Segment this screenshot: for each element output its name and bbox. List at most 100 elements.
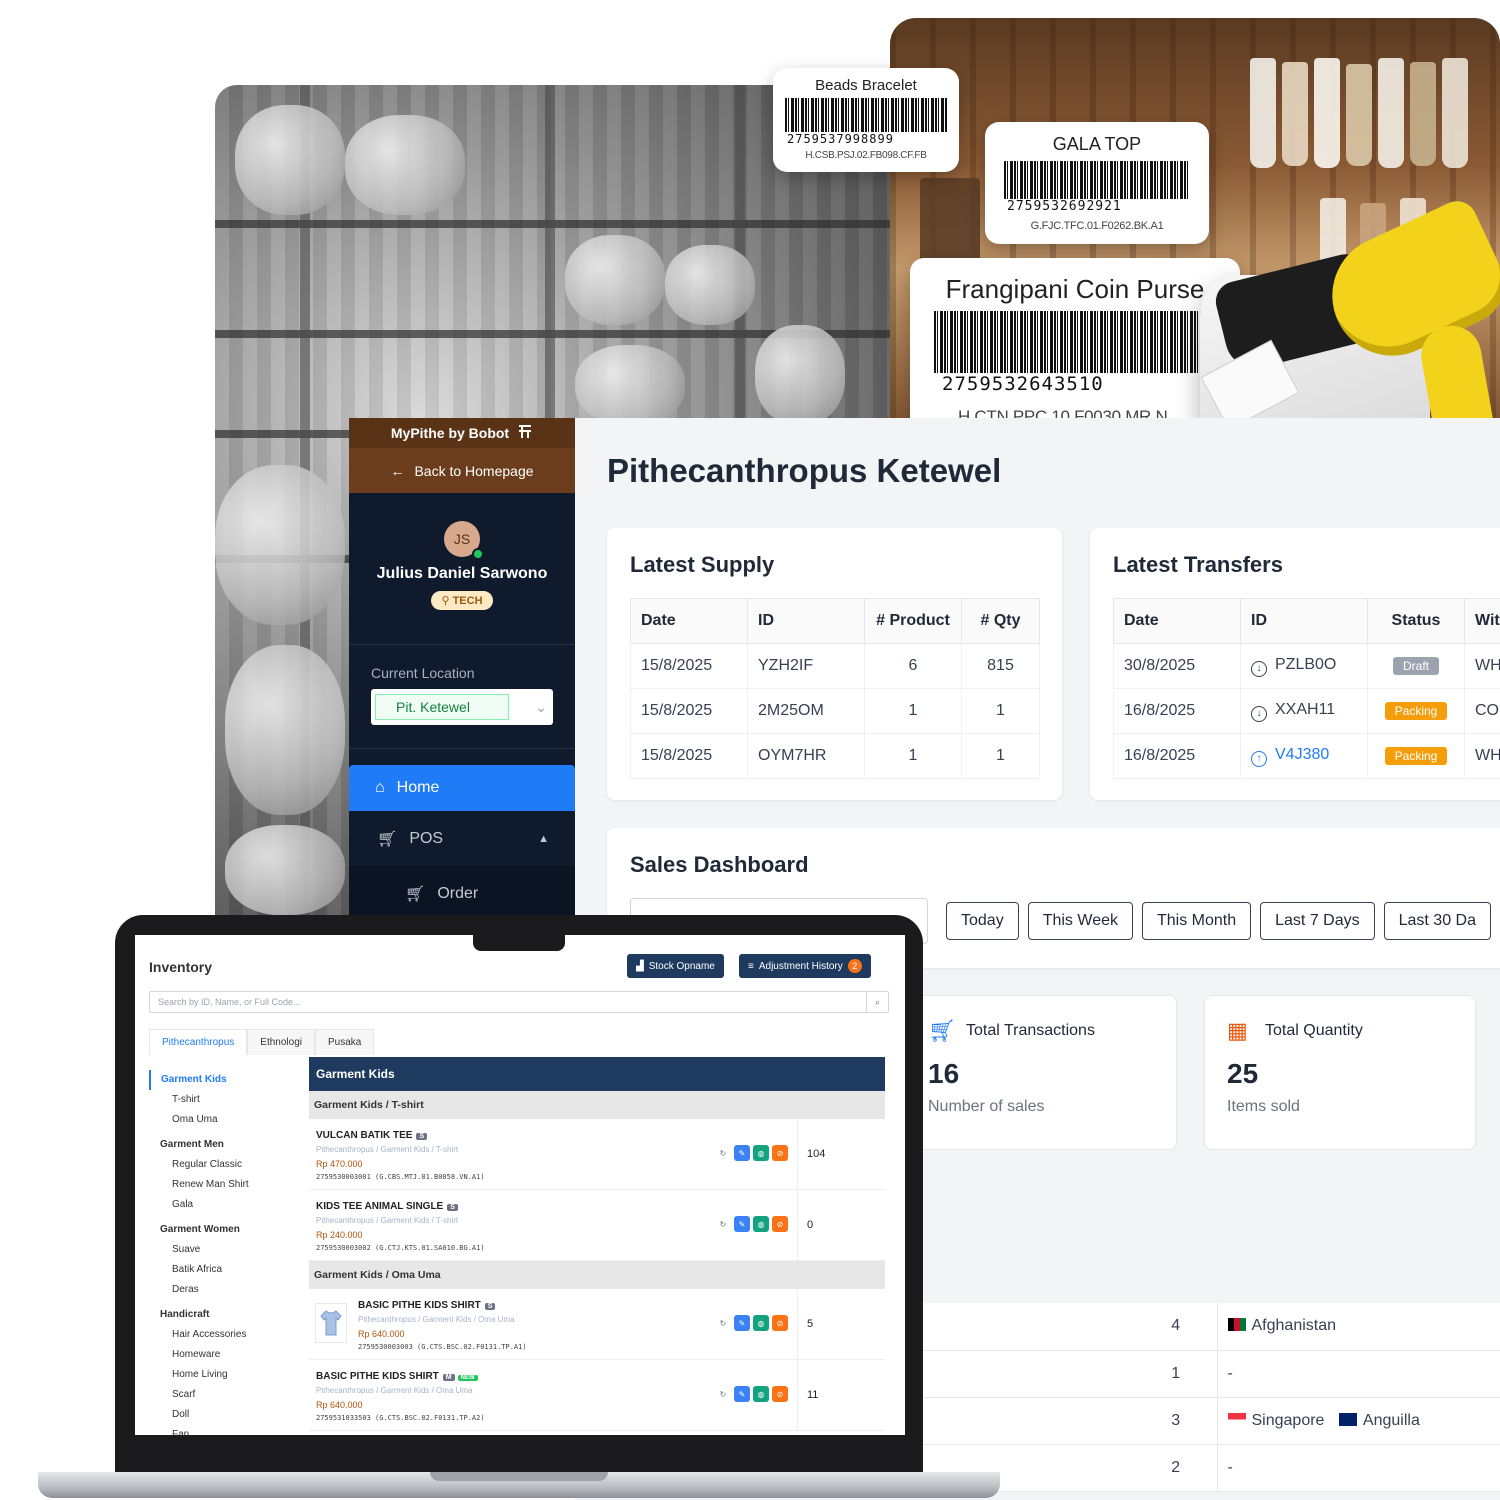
cell-date: 15/8/2025 — [630, 688, 748, 734]
stock-icon: ▟ — [636, 960, 644, 972]
list-item[interactable]: BASIC PITHE KIDS SHIRT S Pithecanthropus … — [309, 1289, 885, 1360]
label-code: G.FJC.TFC.01.F0262.BK.A1 — [1030, 220, 1164, 232]
cell-destination[interactable]: WH — [1464, 733, 1500, 779]
category-group[interactable]: Handicraft — [149, 1305, 309, 1325]
category-item[interactable]: Gala — [149, 1195, 309, 1215]
globe-icon[interactable]: ◍ — [753, 1216, 769, 1232]
tab-ethnologi[interactable]: Ethnologi — [247, 1029, 315, 1055]
category-item[interactable]: Doll — [149, 1405, 309, 1425]
product-path: Pithecanthropus / Garment Kids / Oma Uma — [358, 1315, 515, 1324]
stat-caption: Number of sales — [928, 1098, 1045, 1115]
edit-icon[interactable]: ✎ — [734, 1145, 750, 1161]
label-number: 2759532643510 — [942, 373, 1104, 395]
history-icon[interactable]: ↻ — [715, 1145, 731, 1161]
category-item[interactable]: Scarf — [149, 1385, 309, 1405]
list-item[interactable]: VULCAN BATIK TEE S Pithecanthropus / Garm… — [309, 1119, 885, 1190]
cell-id[interactable]: ↓ XXAH11 — [1240, 688, 1368, 734]
product-price: Rp 640.000 — [316, 1400, 363, 1410]
online-status-dot — [472, 548, 484, 560]
table-row[interactable]: 15/8/2025 YZH2IF 6 815 — [630, 643, 1040, 689]
category-item[interactable]: Deras — [149, 1280, 309, 1300]
tab-pusaka[interactable]: Pusaka — [314, 1029, 375, 1055]
cell-status: Draft — [1367, 643, 1465, 689]
category-item[interactable]: Homeware — [149, 1345, 309, 1365]
edit-icon[interactable]: ✎ — [734, 1386, 750, 1402]
cell-destination[interactable]: COI — [1464, 688, 1500, 734]
cell-id[interactable]: ↓ PZLB0O — [1240, 643, 1368, 689]
nav-order[interactable]: 🛒︎ Order — [349, 866, 575, 918]
edit-icon[interactable]: ✎ — [734, 1315, 750, 1331]
cell-count: 3 — [1135, 1397, 1218, 1445]
list-item[interactable]: BASIC PITHE KIDS SHIRT M NEW Pithecanthrop… — [309, 1360, 885, 1431]
nav-pos[interactable]: 🛒︎ POS ▲ — [349, 811, 575, 866]
globe-icon[interactable]: ◍ — [753, 1145, 769, 1161]
table-row[interactable]: 15/8/2025 OYM7HR 1 1 — [630, 733, 1040, 779]
avatar[interactable]: JS — [444, 521, 484, 560]
search-icon[interactable]: ⌕ — [866, 992, 888, 1012]
edit-icon[interactable]: ✎ — [734, 1216, 750, 1232]
category-item[interactable]: Fan — [149, 1425, 309, 1435]
label-name: Frangipani Coin Purse — [945, 274, 1205, 304]
category-group[interactable]: Garment Women — [149, 1220, 309, 1240]
category-item[interactable]: Home Living — [149, 1365, 309, 1385]
cell-product: 1 — [864, 688, 962, 734]
cell-id[interactable]: ↑ V4J380 — [1240, 733, 1368, 779]
back-to-homepage-link[interactable]: ← Back to Homepage — [349, 448, 575, 493]
this-week-button[interactable]: This Week — [1027, 902, 1133, 940]
category-group[interactable]: Garment Men — [149, 1135, 309, 1155]
category-item[interactable]: T-shirt — [149, 1090, 309, 1110]
category-tree: Garment Kids T-shirt Oma Uma Garment Men… — [149, 1065, 309, 1435]
block-icon[interactable]: ⊘ — [772, 1315, 788, 1331]
col-id: ID — [1240, 598, 1368, 644]
globe-icon[interactable]: ◍ — [753, 1386, 769, 1402]
history-icon[interactable]: ↻ — [715, 1315, 731, 1331]
last-30-days-button[interactable]: Last 30 Da — [1383, 902, 1491, 940]
block-icon[interactable]: ⊘ — [772, 1145, 788, 1161]
category-item[interactable]: Suave — [149, 1240, 309, 1260]
globe-icon[interactable]: ◍ — [753, 1315, 769, 1331]
category-group[interactable]: Garment Kids — [149, 1070, 309, 1090]
cell-destination[interactable]: WH — [1464, 643, 1500, 689]
list-item[interactable]: KIDS TEE ANIMAL SINGLE S Pithecanthropus … — [309, 1190, 885, 1261]
block-icon[interactable]: ⊘ — [772, 1386, 788, 1402]
history-icon[interactable]: ↻ — [715, 1386, 731, 1402]
this-month-button[interactable]: This Month — [1141, 902, 1252, 940]
category-item[interactable]: Regular Classic — [149, 1155, 309, 1175]
history-icon[interactable]: ↻ — [715, 1216, 731, 1232]
table-row[interactable]: 30/8/2025 ↓ PZLB0O Draft WH — [1113, 643, 1500, 689]
country-name: Afghanistan — [1251, 1317, 1337, 1335]
total-transactions-card: 🛒︎ Total Transactions 16 Number of sales — [905, 995, 1177, 1150]
table-row[interactable]: 16/8/2025 ↓ XXAH11 Packing COI — [1113, 688, 1500, 734]
latest-supply-table: Date ID # Product # Qty 15/8/2025 YZH2IF… — [630, 598, 1040, 779]
today-button[interactable]: Today — [946, 902, 1019, 940]
inventory-search-input[interactable]: Search by ID, Name, or Full Code... ⌕ — [149, 991, 889, 1013]
cell-id: YZH2IF — [747, 643, 865, 689]
tab-pithecanthropus[interactable]: Pithecanthropus — [149, 1029, 248, 1055]
barcode-label-frangipani-coin-purse: Frangipani Coin Purse 2759532643510 H.CT… — [910, 258, 1240, 438]
product-qty: 0 — [797, 1190, 885, 1260]
home-icon: ⌂ — [375, 779, 385, 796]
product-code: 2759530003003 (G.CTS.BSC.02.F0131.TP.A1) — [358, 1343, 527, 1351]
col-destination: Wit — [1464, 598, 1500, 644]
category-item[interactable]: Oma Uma — [149, 1110, 309, 1130]
product-code: 2759530003002 (G.CTJ.KTS.01.SA010.BG.A1) — [316, 1244, 485, 1252]
category-item[interactable]: Renew Man Shirt — [149, 1175, 309, 1195]
user-profile: JS Julius Daniel Sarwono ⚲ TECH — [349, 493, 575, 645]
last-7-days-button[interactable]: Last 7 Days — [1260, 902, 1375, 940]
page-title: Pithecanthropus Ketewel — [607, 452, 1002, 489]
cell-qty: 815 — [961, 643, 1040, 689]
table-row[interactable]: 16/8/2025 ↑ V4J380 Packing WH — [1113, 733, 1500, 779]
category-item[interactable]: Hair Accessories — [149, 1325, 309, 1345]
nav-home[interactable]: ⌂ Home — [349, 765, 575, 811]
adjustment-history-button[interactable]: ≡ Adjustment History 2 — [739, 954, 871, 978]
cart-icon: 🛒︎ — [377, 830, 398, 848]
location-value: Pit. Ketewel — [375, 694, 509, 720]
camera-notch — [473, 935, 565, 951]
location-select[interactable]: Pit. Ketewel ⌄ — [371, 689, 553, 725]
stock-opname-button[interactable]: ▟ Stock Opname — [627, 954, 724, 978]
block-icon[interactable]: ⊘ — [772, 1216, 788, 1232]
category-item[interactable]: Batik Africa — [149, 1260, 309, 1280]
product-qty: 11 — [797, 1360, 885, 1430]
laptop-base-notch — [430, 1472, 608, 1481]
table-row[interactable]: 15/8/2025 2M25OM 1 1 — [630, 688, 1040, 734]
